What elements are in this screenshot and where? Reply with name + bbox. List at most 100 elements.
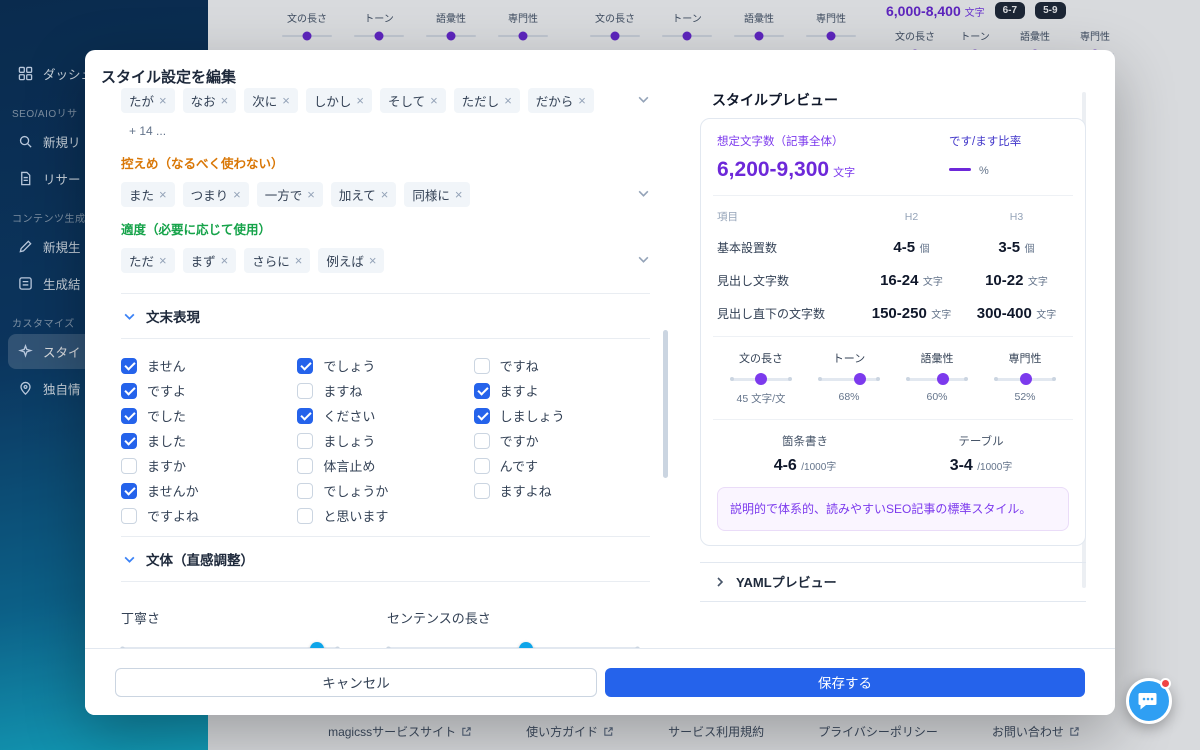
table-row: 基本設置数 4-5 個 3-5 個 (717, 239, 1069, 257)
chevron-down-icon[interactable] (637, 187, 650, 200)
slider-label: 丁寧さ (121, 608, 339, 627)
remove-icon[interactable]: × (159, 94, 167, 107)
allowed-use-heading: 適度（必要に応じて使用） (121, 219, 650, 238)
yaml-preview-accordion[interactable]: YAMLプレビュー (700, 562, 1086, 602)
remove-icon[interactable]: × (455, 188, 463, 201)
remove-icon[interactable]: × (356, 94, 364, 107)
tag-chip[interactable]: そして× (380, 88, 446, 113)
more-chips-indicator[interactable]: + 14 ... (121, 121, 174, 141)
ending-option[interactable]: ください (297, 403, 473, 428)
table-header: H2 (859, 211, 964, 223)
ending-option[interactable]: ですか (474, 428, 650, 453)
ending-option[interactable]: ますよね (474, 478, 650, 503)
tag-chip[interactable]: だから× (528, 88, 594, 113)
tag-chip[interactable]: つまり× (183, 182, 249, 207)
slider-handle[interactable] (310, 642, 324, 649)
checkbox[interactable] (121, 458, 137, 474)
remove-icon[interactable]: × (307, 188, 315, 201)
chevron-down-icon[interactable] (637, 93, 650, 106)
checkbox[interactable] (121, 483, 137, 499)
ending-option[interactable]: ますか (121, 453, 297, 478)
tag-chip[interactable]: 加えて× (331, 182, 396, 207)
ending-option[interactable]: しましょう (474, 403, 650, 428)
preview-card: 想定文字数（記事全体） 6,200-9,300文字 です/ます比率 % 項目 H… (700, 118, 1086, 546)
checkbox[interactable] (121, 358, 137, 374)
checkbox[interactable] (474, 358, 490, 374)
checkbox[interactable] (297, 483, 313, 499)
notification-badge (1160, 678, 1171, 689)
checkbox[interactable] (474, 483, 490, 499)
chevron-down-icon (123, 553, 136, 566)
ending-option[interactable]: でしょう (297, 353, 473, 378)
remove-icon[interactable]: × (381, 188, 389, 201)
tag-chip[interactable]: まず× (183, 248, 237, 273)
checkbox[interactable] (297, 408, 313, 424)
remove-icon[interactable]: × (282, 94, 290, 107)
checkbox[interactable] (474, 408, 490, 424)
tag-chip[interactable]: 一方で× (257, 182, 323, 207)
tag-chip[interactable]: さらに× (244, 248, 310, 273)
ending-option[interactable]: ました (121, 428, 297, 453)
mini-slider (995, 378, 1055, 381)
ending-option[interactable]: ませんか (121, 478, 297, 503)
checkbox[interactable] (297, 358, 313, 374)
ending-option[interactable]: ません (121, 353, 297, 378)
ending-option[interactable]: ますよ (474, 378, 650, 403)
ending-option[interactable]: ですよ (121, 378, 297, 403)
remove-icon[interactable]: × (295, 254, 303, 267)
ending-option[interactable]: でした (121, 403, 297, 428)
tag-chip[interactable]: なお× (183, 88, 237, 113)
ending-option[interactable]: ますね (297, 378, 473, 403)
tag-chip[interactable]: ただし× (454, 88, 520, 113)
stat-label: 箇条書き (717, 433, 893, 449)
remove-icon[interactable]: × (578, 94, 586, 107)
slider-handle[interactable] (519, 642, 533, 649)
ending-option[interactable]: ですよね (121, 503, 297, 528)
ending-option[interactable]: 体言止め (297, 453, 473, 478)
tag-chip[interactable]: たが× (121, 88, 175, 113)
checkbox[interactable] (121, 433, 137, 449)
checkbox[interactable] (297, 383, 313, 399)
checkbox[interactable] (121, 508, 137, 524)
checkbox[interactable] (474, 458, 490, 474)
chat-widget-button[interactable] (1126, 678, 1172, 724)
sentence-endings-section-header[interactable]: 文末表現 (121, 294, 650, 338)
checkbox[interactable] (474, 433, 490, 449)
remove-icon[interactable]: × (159, 254, 167, 267)
form-scrollbar[interactable] (663, 330, 668, 478)
checkbox[interactable] (121, 383, 137, 399)
chevron-down-icon[interactable] (637, 253, 650, 266)
ending-option[interactable]: んです (474, 453, 650, 478)
section-title: 文体（直感調整） (146, 549, 254, 569)
ending-option[interactable]: ですね (474, 353, 650, 378)
remove-icon[interactable]: × (233, 188, 241, 201)
remove-icon[interactable]: × (159, 188, 167, 201)
ending-option[interactable]: と思います (297, 503, 473, 528)
cancel-button[interactable]: キャンセル (115, 668, 597, 697)
tag-chip[interactable]: しかし× (306, 88, 372, 113)
table-header: H3 (964, 211, 1069, 223)
tag-chip[interactable]: 次に× (244, 88, 298, 113)
remove-icon[interactable]: × (369, 254, 377, 267)
tag-chip[interactable]: また× (121, 182, 175, 207)
tag-chip[interactable]: 同様に× (404, 182, 470, 207)
style-settings-form: たが× なお× 次に× しかし× そして× ただし× だから× + 14 ...… (101, 88, 658, 648)
checkbox[interactable] (297, 433, 313, 449)
remove-icon[interactable]: × (221, 94, 229, 107)
checkbox[interactable] (297, 508, 313, 524)
save-button[interactable]: 保存する (605, 668, 1085, 697)
ending-option[interactable]: でしょうか (297, 478, 473, 503)
remove-icon[interactable]: × (504, 94, 512, 107)
divider (121, 338, 650, 339)
checkbox[interactable] (121, 408, 137, 424)
style-tone-section-header[interactable]: 文体（直感調整） (121, 537, 650, 581)
checkbox[interactable] (474, 383, 490, 399)
tag-chip[interactable]: ただ× (121, 248, 175, 273)
estimated-chars-label: 想定文字数（記事全体） (717, 133, 855, 149)
tag-chip[interactable]: 例えば× (318, 248, 384, 273)
ending-option[interactable]: ましょう (297, 428, 473, 453)
checkbox[interactable] (297, 458, 313, 474)
remove-icon[interactable]: × (430, 94, 438, 107)
remove-icon[interactable]: × (221, 254, 229, 267)
table-header: 項目 (717, 209, 859, 224)
